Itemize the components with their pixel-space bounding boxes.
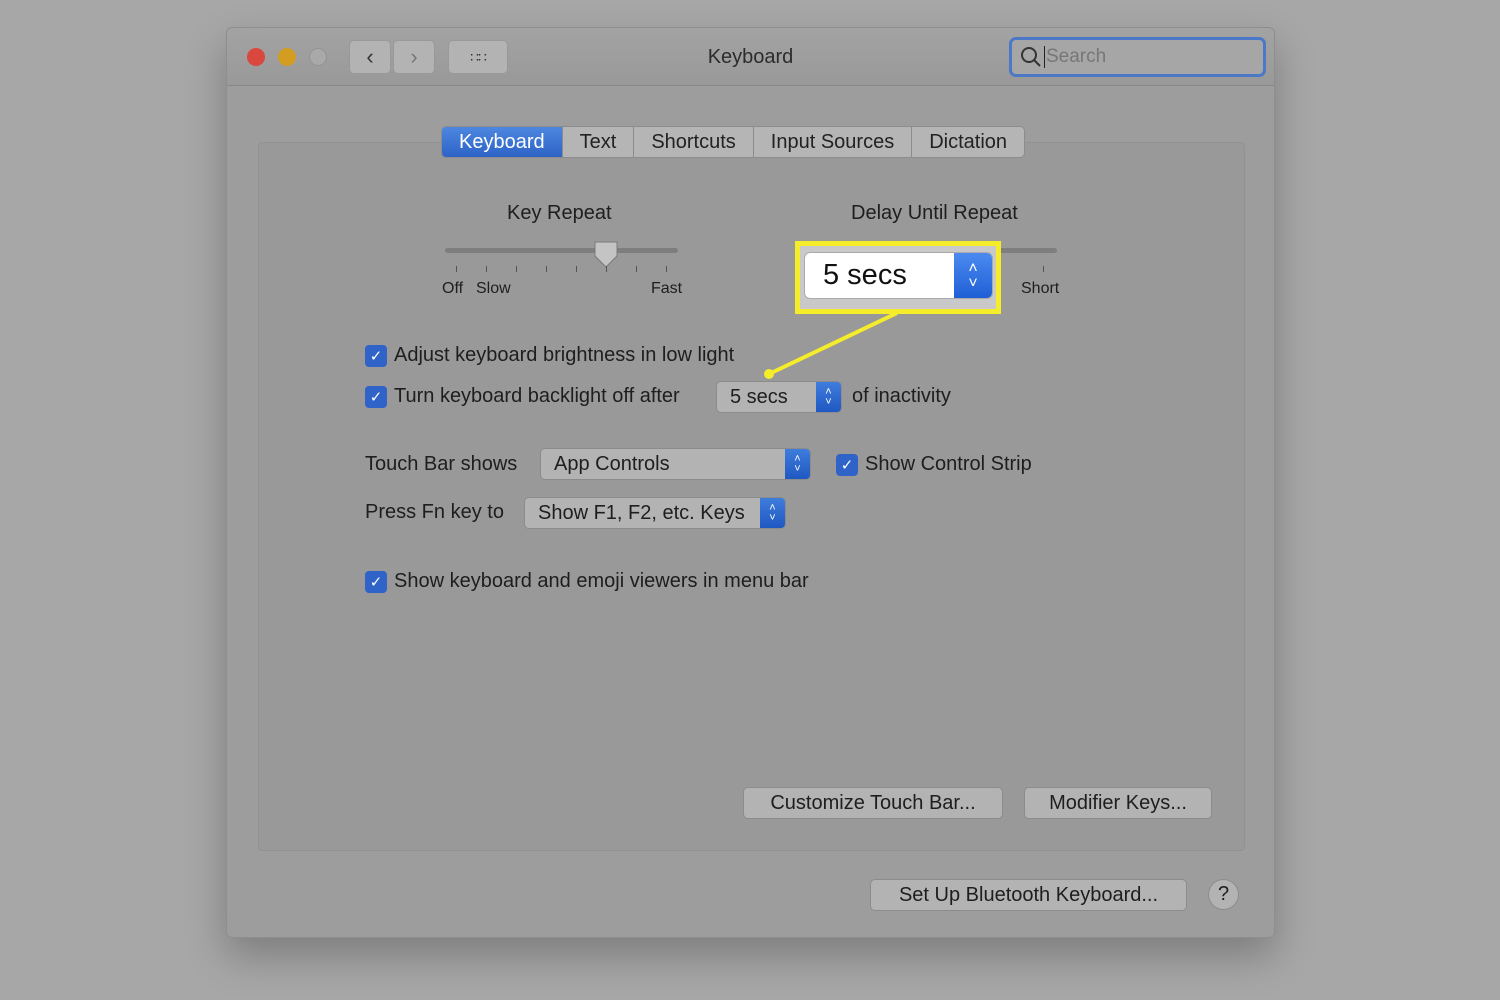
backlight-off-label: Turn keyboard backlight off after: [394, 385, 680, 407]
fn-key-popup[interactable]: Show F1, F2, etc. Keys ˄ ˅: [524, 497, 786, 529]
key-repeat-slow-label: Slow: [476, 280, 511, 297]
callout-value: 5 secs: [823, 259, 907, 291]
backlight-off-checkbox[interactable]: ✓: [365, 386, 387, 408]
title-bar: ‹ › ∷∷ Keyboard Search: [227, 28, 1274, 86]
checkmark-icon: ✓: [840, 457, 854, 474]
slider-tick: [456, 266, 457, 272]
touch-bar-value: App Controls: [554, 452, 670, 475]
updown-chevron-icon: ˄ ˅: [816, 382, 841, 412]
delay-until-repeat-label: Delay Until Repeat: [851, 202, 1018, 224]
slider-tick: [636, 266, 637, 272]
tab-text[interactable]: Text: [563, 127, 635, 157]
updown-chevron-icon: ˄ ˅: [785, 449, 810, 479]
slider-tick: [666, 266, 667, 272]
delay-short-label: Short: [1021, 280, 1060, 297]
checkmark-icon: ✓: [369, 574, 383, 591]
search-icon: [1021, 47, 1041, 67]
adjust-brightness-label: Adjust keyboard brightness in low light: [394, 344, 735, 366]
backlight-timeout-value: 5 secs: [730, 385, 788, 408]
updown-chevron-icon: ˄ ˅: [760, 498, 785, 528]
slider-tick: [606, 266, 607, 272]
control-strip-label: Show Control Strip: [865, 453, 1032, 475]
tab-shortcuts[interactable]: Shortcuts: [634, 127, 754, 157]
search-field[interactable]: Search: [1009, 37, 1266, 77]
key-repeat-off-label: Off: [442, 280, 464, 297]
slider-tick: [576, 266, 577, 272]
tab-keyboard[interactable]: Keyboard: [442, 127, 563, 157]
fn-key-value: Show F1, F2, etc. Keys: [538, 501, 745, 524]
fn-key-label: Press Fn key to: [365, 501, 504, 523]
emoji-viewers-checkbox[interactable]: ✓: [365, 571, 387, 593]
slider-tick: [516, 266, 517, 272]
updown-chevron-icon: ˄ ˅: [954, 253, 992, 298]
keyboard-preferences-window: ‹ › ∷∷ Keyboard Search Keyboard Text Sho…: [226, 27, 1275, 938]
inactivity-label: of inactivity: [852, 385, 951, 407]
touch-bar-popup[interactable]: App Controls ˄ ˅: [540, 448, 811, 480]
control-strip-checkbox[interactable]: ✓: [836, 454, 858, 476]
bluetooth-keyboard-button[interactable]: Set Up Bluetooth Keyboard...: [870, 879, 1187, 911]
customize-touch-bar-button[interactable]: Customize Touch Bar...: [743, 787, 1003, 819]
help-button[interactable]: ?: [1208, 879, 1239, 910]
backlight-timeout-popup[interactable]: 5 secs ˄ ˅: [716, 381, 842, 413]
tab-bar: Keyboard Text Shortcuts Input Sources Di…: [441, 126, 1026, 158]
callout-delay-popup[interactable]: 5 secs ˄ ˅: [804, 252, 993, 299]
slider-tick: [1043, 266, 1044, 272]
key-repeat-label: Key Repeat: [507, 202, 612, 224]
callout-highlight-box: 5 secs ˄ ˅: [795, 241, 1001, 314]
checkmark-icon: ✓: [369, 348, 383, 365]
callout-pointer-line: [764, 311, 898, 379]
key-repeat-slider[interactable]: [445, 248, 678, 253]
adjust-brightness-checkbox[interactable]: ✓: [365, 345, 387, 367]
tab-dictation[interactable]: Dictation: [912, 127, 1024, 157]
checkmark-icon: ✓: [369, 389, 383, 406]
slider-tick: [486, 266, 487, 272]
slider-tick: [546, 266, 547, 272]
emoji-viewers-label: Show keyboard and emoji viewers in menu …: [394, 570, 809, 592]
modifier-keys-button[interactable]: Modifier Keys...: [1024, 787, 1212, 819]
tab-input-sources[interactable]: Input Sources: [754, 127, 913, 157]
search-placeholder: Search: [1044, 46, 1107, 68]
touch-bar-label: Touch Bar shows: [365, 453, 518, 475]
key-repeat-fast-label: Fast: [651, 280, 683, 297]
